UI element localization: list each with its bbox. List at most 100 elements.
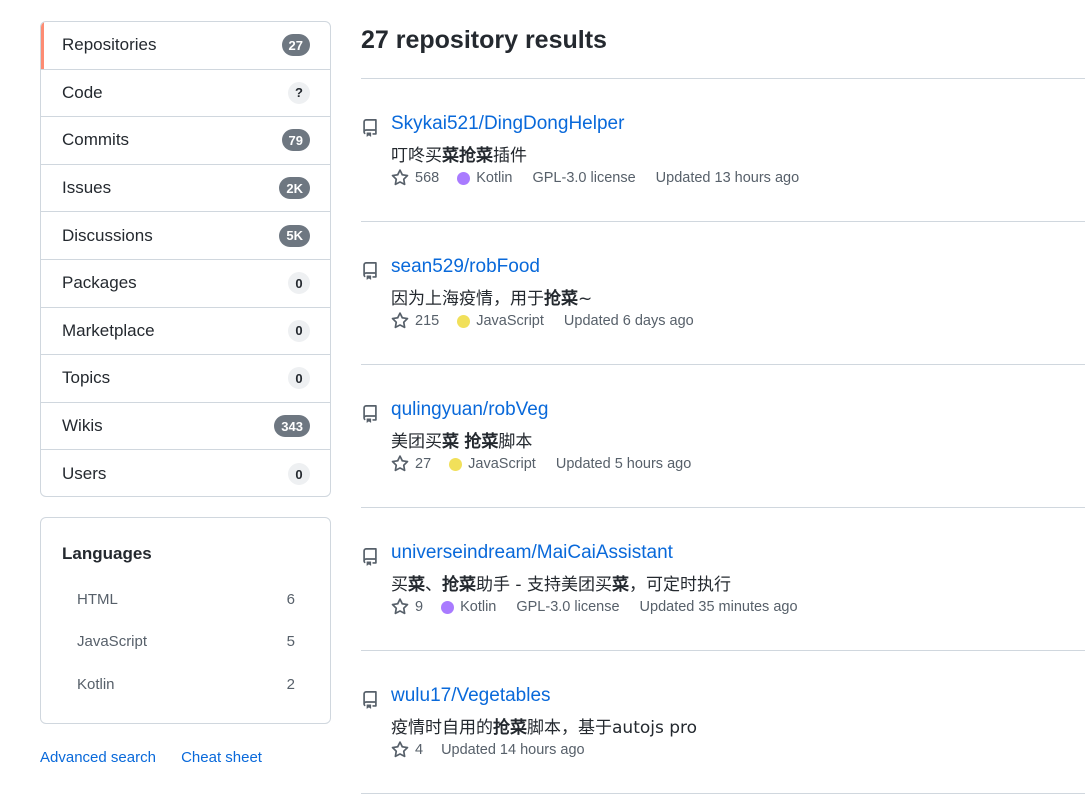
- divider: [361, 793, 1085, 794]
- nav-item-label: Marketplace: [62, 320, 155, 340]
- language-color-dot: [457, 171, 471, 185]
- description-text: 、: [425, 575, 442, 595]
- repo-result: qulingyuan/robVeg 美团买菜 抢菜脚本 27 JavaScript Up…: [361, 399, 1085, 489]
- highlight-term: 抢菜: [544, 289, 578, 309]
- repo-description: 美团买菜 抢菜脚本: [391, 427, 532, 452]
- description-text: 因为上海疫情，用于: [391, 289, 544, 309]
- repo-icon: [361, 690, 381, 710]
- language-filter-javascript[interactable]: JavaScript 5: [62, 621, 310, 664]
- nav-item-label: Issues: [62, 178, 112, 198]
- language-filter-kotlin[interactable]: Kotlin 2: [62, 663, 310, 706]
- star-icon: [391, 455, 415, 473]
- repo-result: universeindream/MaiCaiAssistant 买菜、抢菜助手 -…: [361, 542, 1085, 632]
- divider: [361, 221, 1085, 222]
- highlight-term: 抢菜: [464, 432, 499, 452]
- cheat-sheet-link[interactable]: Cheat sheet: [181, 749, 262, 766]
- nav-item-count: 0: [288, 463, 310, 486]
- description-text: 美团买: [391, 432, 442, 452]
- languages-list: HTML 6 JavaScript 5 Kotlin 2: [62, 578, 310, 706]
- repo-result: wulu17/Vegetables 疫情时自用的抢菜脚本，基于autojs pro…: [361, 685, 1085, 775]
- repo-description: 疫情时自用的抢菜脚本，基于autojs pro: [391, 713, 697, 738]
- repo-description: 因为上海疫情，用于抢菜~: [391, 284, 592, 309]
- stargazers-link[interactable]: 568: [391, 169, 439, 187]
- nav-item-label: Packages: [62, 273, 137, 293]
- nav-item-label: Topics: [62, 368, 111, 388]
- nav-item-marketplace[interactable]: Marketplace 0: [41, 308, 330, 356]
- language-label: JavaScript: [468, 456, 536, 472]
- stargazers-link[interactable]: 9: [391, 598, 423, 616]
- repo-meta: 27 JavaScript Updated 5 hours ago: [391, 455, 691, 473]
- languages-panel: Languages HTML 6 JavaScript 5 Kotlin 2: [40, 517, 331, 724]
- star-icon: [391, 169, 415, 187]
- language-filter-html[interactable]: HTML 6: [62, 578, 310, 621]
- repo-name-link[interactable]: sean529/robFood: [391, 256, 540, 278]
- stargazers-link[interactable]: 4: [391, 741, 423, 759]
- repo-icon: [361, 547, 381, 567]
- repo-meta: 215 JavaScript Updated 6 days ago: [391, 312, 694, 330]
- repo-updated: Updated 13 hours ago: [655, 170, 800, 186]
- nav-item-label: Repositories: [62, 35, 157, 55]
- nav-item-repositories[interactable]: Repositories 27: [41, 22, 330, 70]
- nav-item-count: ?: [288, 81, 310, 104]
- description-text: 叮咚买: [391, 146, 442, 166]
- nav-item-topics[interactable]: Topics 0: [41, 355, 330, 403]
- divider: [361, 364, 1085, 365]
- nav-item-packages[interactable]: Packages 0: [41, 260, 330, 308]
- divider: [361, 650, 1085, 651]
- language-count: 6: [286, 590, 295, 608]
- advanced-search-link[interactable]: Advanced search: [40, 749, 156, 766]
- search-type-nav: Repositories 27 Code? Commits 79 Issues 2K Disc…: [40, 21, 331, 497]
- highlight-term: 菜抢菜: [442, 146, 493, 166]
- star-count: 4: [415, 742, 424, 758]
- divider: [361, 507, 1085, 508]
- nav-item-discussions[interactable]: Discussions 5K: [41, 212, 330, 260]
- nav-item-count: 79: [281, 129, 310, 152]
- language-label: Kotlin: [476, 170, 513, 186]
- repo-icon: [361, 404, 381, 424]
- nav-item-label: Users: [62, 464, 107, 484]
- star-count: 215: [415, 313, 440, 329]
- language-label: JavaScript: [476, 313, 544, 329]
- languages-title: Languages: [62, 544, 152, 563]
- repo-name-link[interactable]: wulu17/Vegetables: [391, 685, 551, 707]
- description-text: 疫情时自用的: [391, 718, 493, 738]
- repo-result: sean529/robFood 因为上海疫情，用于抢菜~ 215 JavaScript…: [361, 256, 1085, 346]
- nav-item-commits[interactable]: Commits 79: [41, 117, 330, 165]
- repo-name-link[interactable]: Skykai521/DingDongHelper: [391, 113, 624, 135]
- description-text: ~: [578, 289, 593, 309]
- repo-updated: Updated 5 hours ago: [555, 456, 692, 472]
- repo-meta: 9 Kotlin GPL-3.0 license Updated 35 minutes…: [391, 598, 798, 616]
- highlight-term: 菜: [408, 575, 425, 595]
- repo-name-link[interactable]: universeindream/MaiCaiAssistant: [391, 542, 673, 564]
- repo-icon: [361, 118, 381, 138]
- nav-item-count: 5K: [279, 224, 310, 247]
- nav-item-label: Wikis: [62, 416, 103, 436]
- divider: [361, 78, 1085, 79]
- language-count: 5: [286, 633, 295, 651]
- nav-item-count: 343: [274, 415, 310, 438]
- nav-item-code[interactable]: Code?: [41, 70, 330, 118]
- description-text: 脚本，基于autojs pro: [527, 718, 698, 738]
- star-icon: [391, 741, 415, 759]
- nav-item-issues[interactable]: Issues 2K: [41, 165, 330, 213]
- nav-item-wikis[interactable]: Wikis 343: [41, 403, 330, 451]
- description-text: 插件: [493, 146, 527, 166]
- stargazers-link[interactable]: 27: [391, 455, 431, 473]
- repo-license: GPL-3.0 license: [532, 170, 636, 186]
- language-count: 2: [286, 675, 295, 693]
- description-text: 脚本: [498, 432, 533, 452]
- nav-item-count: 2K: [279, 177, 310, 200]
- language-label: Kotlin: [460, 599, 497, 615]
- highlight-term: 抢菜: [442, 575, 476, 595]
- star-count: 568: [415, 170, 440, 186]
- repo-icon: [361, 261, 381, 281]
- nav-item-label: Code: [62, 82, 103, 102]
- repo-description: 叮咚买菜抢菜插件: [391, 141, 527, 166]
- nav-item-label: Discussions: [62, 225, 153, 245]
- star-count: 9: [415, 599, 424, 615]
- repo-name-link[interactable]: qulingyuan/robVeg: [391, 399, 548, 421]
- nav-item-count: 27: [281, 34, 310, 57]
- language-name: HTML: [77, 590, 118, 608]
- stargazers-link[interactable]: 215: [391, 312, 439, 330]
- nav-item-users[interactable]: Users 0: [41, 450, 330, 496]
